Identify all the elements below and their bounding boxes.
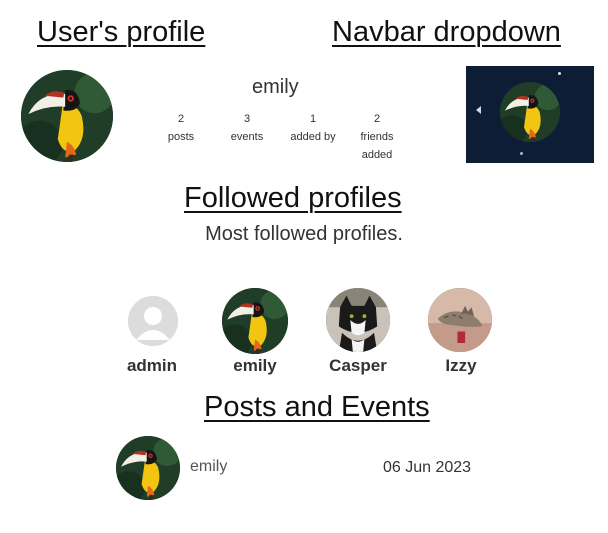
post-author-name[interactable]: emily	[190, 458, 227, 476]
stat-events-value: 3	[243, 113, 251, 125]
stat-added-by: 1 added by	[284, 110, 342, 146]
followed-avatar-casper[interactable]	[326, 288, 390, 352]
stat-events-label: events	[230, 131, 264, 143]
stat-friends-added-label: friends added	[360, 131, 394, 161]
navbar-avatar[interactable]	[500, 82, 560, 142]
followed-avatar-izzy[interactable]	[428, 288, 492, 352]
sparkle-dot	[520, 152, 523, 155]
sparkle-dot	[558, 72, 561, 75]
profile-username: emily	[252, 76, 299, 98]
caret-left-icon	[476, 106, 481, 114]
post-date: 06 Jun 2023	[383, 459, 472, 476]
followed-avatar-admin[interactable]	[128, 296, 178, 346]
followed-name-admin[interactable]: admin	[107, 356, 197, 376]
profile-avatar	[21, 70, 113, 162]
navbar-dropdown-preview[interactable]	[466, 66, 594, 163]
followed-name-emily[interactable]: emily	[210, 356, 300, 376]
stat-friends-added-value: 2	[373, 113, 381, 125]
stat-added-by-label: added by	[290, 131, 336, 143]
stat-posts-label: posts	[167, 131, 195, 143]
stat-posts: 2 posts	[158, 110, 204, 146]
followed-name-casper[interactable]: Casper	[313, 356, 403, 376]
stat-friends-added: 2 friends added	[352, 110, 402, 164]
users-profile-heading: User's profile	[37, 16, 206, 48]
followed-profiles-heading: Followed profiles	[184, 182, 402, 214]
default-user-icon	[128, 296, 178, 346]
followed-avatar-emily[interactable]	[222, 288, 288, 354]
posts-events-heading: Posts and Events	[204, 391, 430, 423]
stat-events: 3 events	[224, 110, 270, 146]
stat-added-by-value: 1	[309, 113, 317, 125]
followed-profiles-subtitle: Most followed profiles.	[205, 223, 403, 245]
post-author-avatar[interactable]	[116, 436, 180, 500]
navbar-dropdown-heading: Navbar dropdown	[332, 16, 561, 48]
followed-name-izzy[interactable]: Izzy	[416, 356, 506, 376]
stat-posts-value: 2	[177, 113, 185, 125]
